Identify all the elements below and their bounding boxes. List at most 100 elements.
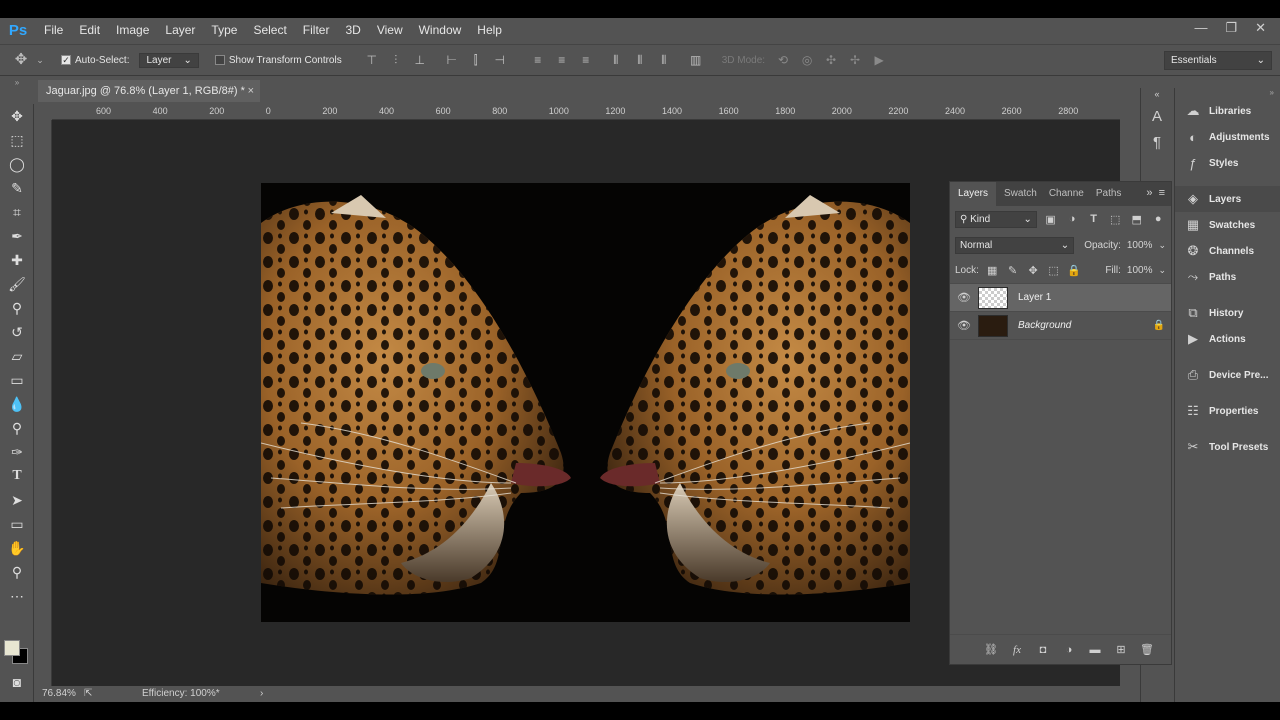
filter-toggle-icon[interactable]: ● (1150, 213, 1166, 225)
align-vcenter-icon[interactable]: ⫶ (389, 53, 403, 67)
dock-libraries[interactable]: ☁ Libraries (1175, 98, 1280, 124)
character-panel-icon[interactable]: A (1141, 104, 1173, 130)
export-icon[interactable]: ⇱ (84, 686, 92, 702)
filter-smart-object-icon[interactable]: ⬒ (1129, 213, 1145, 226)
layer-name[interactable]: Background (1018, 320, 1147, 331)
minimize-icon[interactable]: — (1194, 18, 1207, 38)
dock-swatches[interactable]: ▦ Swatches (1175, 212, 1280, 238)
pen-tool-icon[interactable]: ✑ (0, 440, 34, 464)
align-left-icon[interactable]: ⊢ (445, 53, 459, 67)
layer-style-icon[interactable]: fx (1009, 644, 1025, 656)
hand-tool-icon[interactable]: ✋ (0, 536, 34, 560)
menu-filter[interactable]: Filter (295, 18, 338, 42)
menu-select[interactable]: Select (245, 18, 294, 42)
collapse-toolbar-icon[interactable]: » (0, 78, 34, 90)
type-tool-icon[interactable]: T (0, 464, 34, 488)
horizontal-ruler[interactable]: 600 400 200 0 200 400 600 800 1000 1200 1400 1600 18… (52, 104, 1120, 120)
lock-icon[interactable]: 🔒 (1147, 320, 1171, 331)
distribute-hcenter-icon[interactable]: ⦀ (633, 53, 647, 67)
align-hcenter-icon[interactable]: ⫿ (469, 53, 483, 67)
path-select-tool-icon[interactable]: ➤ (0, 488, 34, 512)
tab-swatches[interactable]: Swatch (996, 182, 1045, 206)
move-tool-icon[interactable]: ✥ (14, 52, 28, 67)
distribute-vcenter-icon[interactable]: ≡ (555, 53, 569, 67)
auto-select-option[interactable]: ✓ Auto-Select: (61, 55, 129, 66)
rectangle-tool-icon[interactable]: ▭ (0, 512, 34, 536)
eyedropper-tool-icon[interactable]: ✒ (0, 224, 34, 248)
add-mask-icon[interactable]: ◘ (1035, 644, 1051, 656)
foreground-color-swatch[interactable] (4, 640, 20, 656)
dock-actions[interactable]: ▶ Actions (1175, 326, 1280, 352)
quick-select-tool-icon[interactable]: ✎ (0, 176, 34, 200)
menu-3d[interactable]: 3D (337, 18, 368, 42)
lock-artboard-icon[interactable]: ⬚ (1046, 264, 1060, 277)
fill-chevron-icon[interactable]: ⌄ (1158, 265, 1166, 276)
panel-menu-icon[interactable]: » ≡ (1146, 187, 1165, 199)
ruler-corner[interactable] (36, 104, 52, 120)
workspace-dropdown[interactable]: Essentials ⌄ (1164, 51, 1272, 70)
distribute-right-icon[interactable]: ⦀ (657, 53, 671, 67)
menu-image[interactable]: Image (108, 18, 157, 42)
dock-history[interactable]: ⧉ History (1175, 300, 1280, 326)
distribute-bottom-icon[interactable]: ≡ (579, 53, 593, 67)
document-tab[interactable]: Jaguar.jpg @ 76.8% (Layer 1, RGB/8#) * × (38, 80, 260, 102)
lock-position-icon[interactable]: ✥ (1026, 264, 1040, 277)
tab-paths[interactable]: Paths (1088, 182, 1130, 206)
tool-preset-chevron-icon[interactable]: ⌄ (33, 53, 47, 67)
new-layer-icon[interactable]: ⊞ (1113, 643, 1129, 656)
dock-adjustments[interactable]: ◐ Adjustments (1175, 124, 1280, 150)
crop-tool-icon[interactable]: ⌗ (0, 200, 34, 224)
distribute-left-icon[interactable]: ⦀ (609, 53, 623, 67)
adjustment-layer-icon[interactable]: ◑ (1061, 644, 1077, 656)
menu-help[interactable]: Help (469, 18, 510, 42)
filter-kind-dropdown[interactable]: ⚲ Kind ⌄ (955, 210, 1037, 228)
dock-paths[interactable]: ⤳ Paths (1175, 264, 1280, 290)
more-tools-icon[interactable]: ⋯ (0, 584, 34, 608)
menu-edit[interactable]: Edit (71, 18, 108, 42)
show-transform-checkbox[interactable] (214, 55, 225, 65)
dock-styles[interactable]: ƒ Styles (1175, 150, 1280, 176)
align-right-icon[interactable]: ⊣ (493, 53, 507, 67)
eye-icon[interactable]: 👁 (950, 319, 978, 332)
align-bottom-icon[interactable]: ⊥ (413, 53, 427, 67)
zoom-tool-icon[interactable]: ⚲ (0, 560, 34, 584)
delete-layer-icon[interactable]: 🗑 (1139, 643, 1155, 656)
lock-pixels-icon[interactable]: ✎ (1005, 264, 1019, 277)
opacity-chevron-icon[interactable]: ⌄ (1158, 240, 1166, 251)
menu-type[interactable]: Type (203, 18, 245, 42)
dock-layers[interactable]: ◈ Layers (1175, 186, 1280, 212)
menu-window[interactable]: Window (411, 18, 470, 42)
restore-icon[interactable]: ❐ (1225, 18, 1237, 38)
layer-row-layer-1[interactable]: 👁 Layer 1 (950, 284, 1171, 312)
distribute-top-icon[interactable]: ≡ (531, 53, 545, 67)
status-menu-arrow-icon[interactable]: › (260, 686, 263, 702)
filter-adjustment-icon[interactable]: ◑ (1064, 213, 1080, 225)
layer-name[interactable]: Layer 1 (1018, 292, 1171, 303)
history-brush-tool-icon[interactable]: ↺ (0, 320, 34, 344)
close-tab-icon[interactable]: × (248, 80, 254, 102)
dock-device-preview[interactable]: ⎙ Device Pre... (1175, 362, 1280, 388)
clone-stamp-tool-icon[interactable]: ⚲ (0, 296, 34, 320)
show-transform-option[interactable]: Show Transform Controls (214, 55, 342, 66)
lasso-tool-icon[interactable]: ◯ (0, 152, 34, 176)
lock-transparent-icon[interactable]: ▦ (985, 264, 999, 277)
eraser-tool-icon[interactable]: ▱ (0, 344, 34, 368)
move-tool-icon[interactable]: ✥ (0, 104, 34, 128)
link-layers-icon[interactable]: ⛓ (983, 643, 999, 656)
3d-rotate-icon[interactable]: ⟲ (776, 53, 790, 67)
auto-select-target-dropdown[interactable]: Layer ⌄ (139, 52, 199, 68)
3d-slide-icon[interactable]: ✢ (848, 53, 862, 67)
expand-dock-icon[interactable]: » (1175, 88, 1280, 98)
vertical-ruler[interactable] (36, 120, 52, 686)
collapse-strip-icon[interactable]: « (1141, 88, 1173, 100)
eye-icon[interactable]: 👁 (950, 291, 978, 304)
filter-shape-icon[interactable]: ⬚ (1107, 213, 1123, 226)
layer-row-background[interactable]: 👁 Background 🔒 (950, 312, 1171, 340)
lock-all-icon[interactable]: 🔒 (1067, 264, 1081, 277)
zoom-level[interactable]: 76.84% (42, 686, 76, 702)
opacity-value[interactable]: 100% (1127, 240, 1153, 251)
filter-pixel-icon[interactable]: ▣ (1043, 213, 1059, 226)
blend-mode-dropdown[interactable]: Normal ⌄ (955, 236, 1075, 254)
gradient-tool-icon[interactable]: ▭ (0, 368, 34, 392)
close-icon[interactable]: ✕ (1255, 18, 1266, 38)
